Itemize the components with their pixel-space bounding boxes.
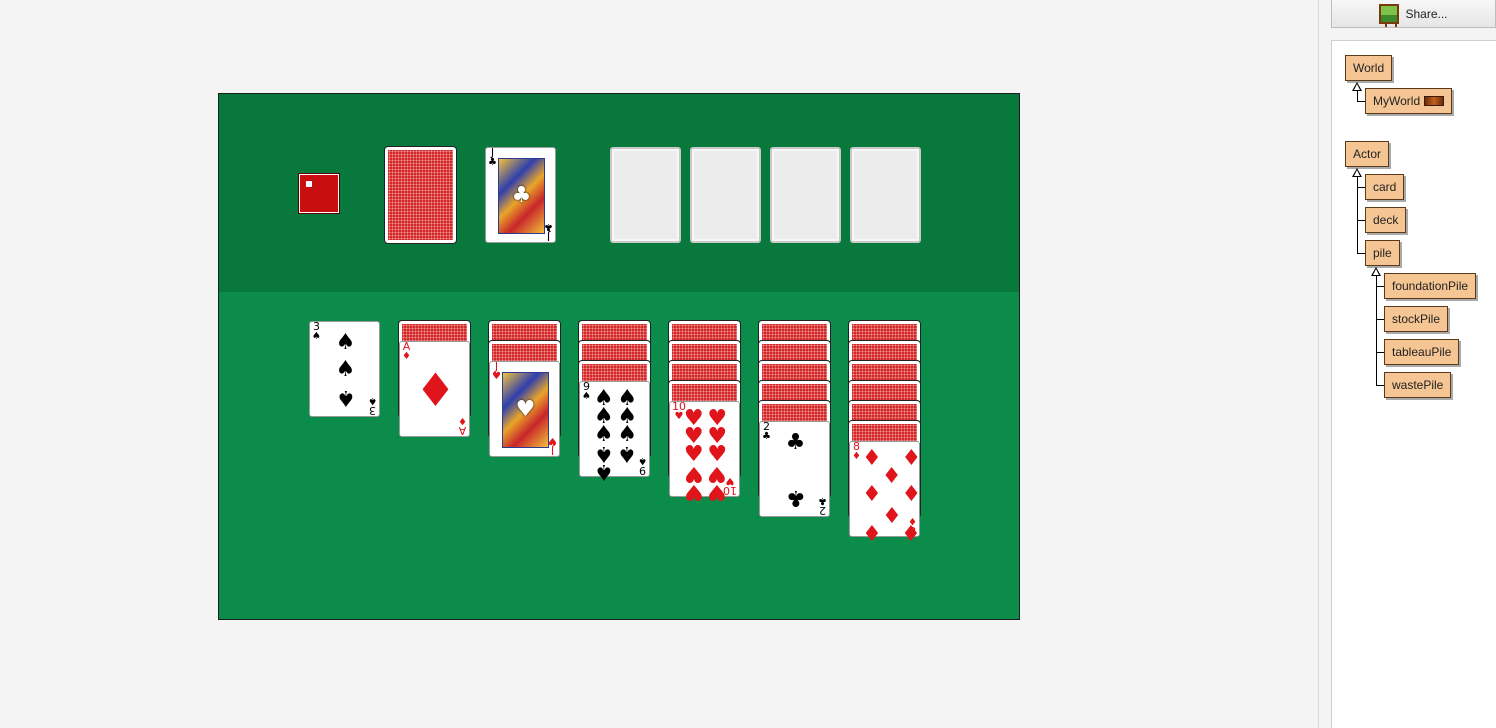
suit-pip: ♣ <box>785 430 806 456</box>
tableau-card-3[interactable]: J ♥ ♥ J ♥ <box>489 361 560 457</box>
suit-pip: ♦ <box>901 446 922 471</box>
class-pile[interactable]: pile <box>1365 240 1400 266</box>
class-wastepile[interactable]: wastePile <box>1384 372 1452 398</box>
suit-pip: ♦ <box>881 501 902 526</box>
class-foundationpile[interactable]: foundationPile <box>1384 273 1477 299</box>
class-tableaupile[interactable]: tableauPile <box>1384 339 1460 365</box>
tableau-card-5[interactable]: 10 ♥ ♥ ♥ ♥ ♥ ♥ ♥ ♥ ♥ ♥ ♥ 10 ♥ <box>669 401 740 505</box>
card-corner: A ♦ <box>402 340 411 362</box>
share-button[interactable]: Share... <box>1331 0 1496 28</box>
card-corner: J ♥ <box>492 360 501 382</box>
tableau-card-7[interactable]: 8 ♦ ♦ ♦ ♦ ♦ ♦ ♦ ♦ ♦ 8 ♦ <box>849 440 921 545</box>
inherit-arrow <box>1352 82 1362 91</box>
panel-divider <box>1318 0 1319 728</box>
stock-pile[interactable] <box>385 147 456 243</box>
class-card[interactable]: card <box>1365 174 1405 200</box>
suit-pip: ♠ <box>335 356 356 382</box>
easel-icon <box>1379 3 1400 27</box>
suit-pip: ♦ <box>862 446 882 471</box>
inherit-arrow <box>1371 267 1381 276</box>
class-stockpile[interactable]: stockPile <box>1384 306 1449 332</box>
class-myworld[interactable]: MyWorld <box>1365 88 1453 114</box>
card-pips: ♠ ♠ ♠ ♠ ♠ ♠ ♠ ♠ ♠ <box>592 388 639 485</box>
class-actor[interactable]: Actor <box>1345 141 1390 167</box>
suit-pip: ♠ <box>335 330 356 356</box>
card-corner: 9 ♠ <box>638 455 647 477</box>
suit-pip: ♦ <box>414 363 457 417</box>
card-pips: ♦ ♦ ♦ ♦ ♦ ♦ ♦ ♦ <box>862 446 921 545</box>
tableau-card-2[interactable]: A ♦ ♦ A ♦ <box>399 341 470 437</box>
world-thumbnail-icon <box>1424 96 1445 106</box>
suit-pip: ♠ <box>617 441 638 466</box>
card-corner: 2 ♣ <box>818 495 827 517</box>
card-pips: ♠ ♠ ♠ <box>322 330 369 410</box>
card-corner: 3 ♠ <box>312 320 321 342</box>
foundation-pile-1[interactable] <box>610 147 681 243</box>
suit-pip: ♦ <box>901 482 922 507</box>
suit-pip: ♦ <box>881 464 902 489</box>
card-pips: ♥ ♥ ♥ ♥ ♥ ♥ ♥ ♥ ♥ ♥ <box>682 408 729 505</box>
card-corner: A ♦ <box>458 415 467 437</box>
waste-pile-card[interactable]: J ♣ ♣ J ♣ <box>485 147 556 243</box>
card-corner: 8 ♦ <box>908 515 917 537</box>
card-corner: 3 ♠ <box>368 395 377 417</box>
tableau-card-1[interactable]: 3 ♠ ♠ ♠ ♠ 3 ♠ <box>309 321 380 417</box>
tableau-card-4[interactable]: 9 ♠ ♠ ♠ ♠ ♠ ♠ ♠ ♠ ♠ ♠ 9 ♠ <box>579 380 650 485</box>
restart-button[interactable] <box>299 174 339 213</box>
inherit-arrow <box>1352 168 1362 177</box>
tableau-card-6[interactable]: 2 ♣ ♣ ♣ 2 ♣ <box>759 421 830 517</box>
class-diagram: World MyWorld Actor card deck pile found… <box>1331 40 1496 728</box>
card-corner: J ♣ <box>488 146 497 168</box>
suit-pip: ♦ <box>862 519 882 544</box>
greenfoot-window: J ♣ ♣ J ♣ 3 ♠ ♠ ♠ ♠ 3 ♠ A ♦ ♦ A ♦ J ♥ ♥ J ♥ 9 ♠ ♠ ♠ ♠ ♠ ♠ ♠ ♠ ♠ ♠ 9 ♠ 10… <box>0 0 1496 728</box>
card-corner: 9 ♠ <box>582 380 591 402</box>
suit-pip: ♥ <box>683 479 704 504</box>
card-corner: 10 ♥ <box>723 475 737 497</box>
share-label: Share... <box>1405 6 1448 21</box>
court-card-art: ♥ <box>502 372 549 448</box>
suit-pip: ♦ <box>862 482 882 507</box>
suit-pip: ♠ <box>593 459 614 484</box>
suit-pip: ♠ <box>335 384 356 410</box>
card-corner: 2 ♣ <box>762 420 771 442</box>
foundation-pile-4[interactable] <box>850 147 921 243</box>
card-corner: J ♥ <box>548 435 557 457</box>
class-deck[interactable]: deck <box>1365 207 1407 233</box>
card-corner: 8 ♦ <box>852 440 861 462</box>
foundation-pile-2[interactable] <box>690 147 761 243</box>
suit-pip: ♣ <box>785 484 806 510</box>
square-icon <box>306 181 312 187</box>
court-card-art: ♣ <box>498 158 545 234</box>
foundation-pile-3[interactable] <box>770 147 841 243</box>
solitaire-world[interactable]: J ♣ ♣ J ♣ 3 ♠ ♠ ♠ ♠ 3 ♠ A ♦ ♦ A ♦ J ♥ ♥ J ♥ 9 ♠ ♠ ♠ ♠ ♠ ♠ ♠ ♠ ♠ ♠ 9 ♠ 10… <box>218 93 1020 620</box>
class-world[interactable]: World <box>1345 55 1393 81</box>
card-corner: J ♣ <box>544 221 553 243</box>
card-pips: ♦ <box>412 350 459 430</box>
card-pips: ♣ ♣ <box>772 430 819 510</box>
